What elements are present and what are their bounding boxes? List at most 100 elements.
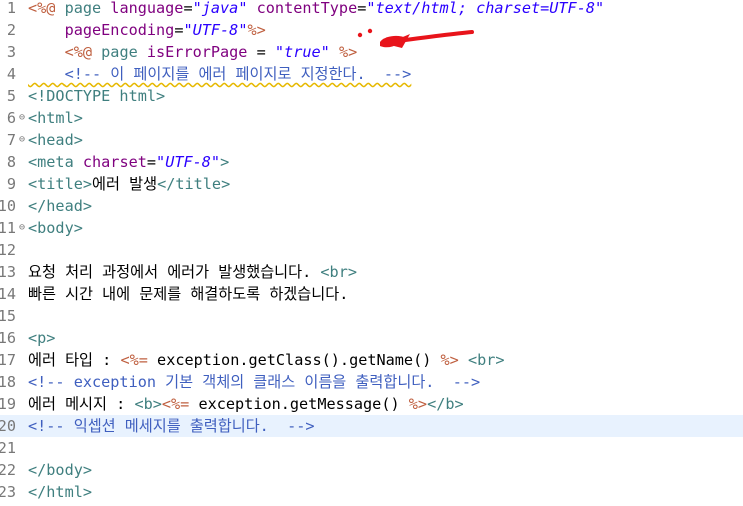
code-line[interactable]: 22 </body> [0, 459, 743, 481]
token-tag: <b> [134, 395, 162, 413]
line-number: 11 [0, 219, 16, 237]
code-text[interactable]: </head> [28, 195, 92, 217]
code-line[interactable]: 14 빠른 시간 내에 문제를 해결하도록 하겠습니다. [0, 283, 743, 305]
code-text[interactable]: 요청 처리 과정에서 에러가 발생했습니다. <br> [28, 261, 357, 283]
code-line[interactable]: 23 </html> [0, 481, 743, 503]
code-line[interactable]: 5 <!DOCTYPE html> [0, 85, 743, 107]
token-tag: <head> [28, 131, 83, 149]
token-str: "UTF-8" [156, 153, 221, 171]
token-attr: language [110, 0, 184, 17]
code-text[interactable]: </body> [28, 459, 92, 481]
code-line[interactable]: 4 <!-- 이 페이지를 에러 페이지로 지정한다. --> [0, 63, 743, 85]
line-number: 15 [0, 307, 16, 325]
token-tag: <p> [28, 329, 56, 347]
code-text[interactable]: <%@ page isErrorPage = "true" %> [28, 41, 358, 63]
token-txt: 에러 발생 [92, 175, 158, 193]
token-tag: <body> [28, 219, 83, 237]
code-line[interactable]: 21 [0, 437, 743, 459]
annotation-arrow-icon [357, 28, 474, 48]
code-text[interactable]: pageEncoding="UTF-8"%> [28, 19, 266, 41]
token-tag: </title> [157, 175, 231, 193]
line-number: 9 [6, 175, 16, 193]
line-number: 6 [6, 109, 16, 127]
token-java: exception.getMessage() [189, 395, 409, 413]
code-line[interactable]: 16 <p> [0, 327, 743, 349]
token-delim: %> [440, 351, 459, 369]
code-line[interactable]: 19 에러 메시지 : <b><%= exception.getMessage()… [0, 393, 743, 415]
code-text[interactable]: <meta charset="UTF-8"> [28, 151, 229, 173]
code-line[interactable]: 20 <!-- 익셉션 메세지를 출력합니다. --> [0, 415, 743, 437]
line-number: 5 [6, 87, 16, 105]
token-str: "java" [192, 0, 248, 17]
code-line[interactable]: 17 에러 타입 : <%= exception.getClass().getNa… [0, 349, 743, 371]
line-number: 8 [6, 153, 16, 171]
token-tag: </b> [427, 395, 464, 413]
token-str: "UTF-8" [183, 21, 248, 39]
token-delim: %> [247, 21, 266, 39]
line-number: 21 [0, 439, 16, 457]
token-cmt: <!-- exception 기본 객체의 클래스 이름을 출력합니다. --> [28, 373, 481, 391]
line-number: 2 [6, 21, 16, 39]
token-txt: = [183, 0, 193, 17]
code-text[interactable]: <p> [28, 327, 55, 349]
token-tag: </head> [28, 197, 93, 215]
code-text[interactable]: 에러 메시지 : <b><%= exception.getMessage() %… [28, 393, 464, 415]
line-number: 7 [6, 131, 16, 149]
code-text[interactable]: <!-- exception 기본 객체의 클래스 이름을 출력합니다. --> [28, 371, 480, 393]
code-line[interactable]: 8 <meta charset="UTF-8"> [0, 151, 743, 173]
code-text[interactable]: <%@ page language="java" contentType="te… [28, 0, 604, 19]
line-number: 12 [0, 241, 16, 259]
fold-toggle-icon[interactable]: ⊖ [16, 217, 28, 239]
code-text[interactable]: <html> [28, 107, 83, 129]
token-txt: 빠른 시간 내에 문제를 해결하도록 하겠습니다. [28, 285, 349, 303]
token-delim: <%@ [28, 0, 65, 17]
line-number: 16 [0, 329, 16, 347]
code-line[interactable]: 13 요청 처리 과정에서 에러가 발생했습니다. <br> [0, 261, 743, 283]
token-tag: </html> [28, 483, 93, 501]
line-number: 18 [0, 373, 16, 391]
token-cmt: <!-- 익셉션 메세지를 출력합니다. --> [28, 417, 315, 435]
code-line[interactable]: 9 <title>에러 발생</title> [0, 173, 743, 195]
code-text[interactable]: 빠른 시간 내에 문제를 해결하도록 하겠습니다. [28, 283, 348, 305]
code-text[interactable]: </html> [28, 481, 92, 503]
code-line[interactable]: 12 [0, 239, 743, 261]
line-number: 4 [6, 65, 16, 83]
code-line[interactable]: 10 </head> [0, 195, 743, 217]
line-number: 3 [6, 43, 16, 61]
code-text[interactable]: <!-- 익셉션 메세지를 출력합니다. --> [28, 415, 315, 437]
token-attr: contentType [256, 0, 358, 17]
code-text[interactable]: <!DOCTYPE html> [28, 85, 165, 107]
token-str: "text/html; charset=UTF-8" [366, 0, 605, 17]
token-delim: <%@ [64, 43, 102, 61]
code-line[interactable]: 15 [0, 305, 743, 327]
token-java: exception.getClass().getName() [147, 351, 441, 369]
code-text[interactable]: 에러 타입 : <%= exception.getClass().getName… [28, 349, 505, 371]
code-line[interactable]: 18 <!-- exception 기본 객체의 클래스 이름을 출력합니다. -… [0, 371, 743, 393]
fold-toggle-icon[interactable]: ⊖ [16, 129, 28, 151]
fold-toggle-icon[interactable]: ⊖ [16, 107, 28, 129]
code-line[interactable]: 1 <%@ page language="java" contentType="t… [0, 0, 743, 19]
code-text[interactable]: <title>에러 발생</title> [28, 173, 230, 195]
code-line[interactable]: 7 ⊖ <head> [0, 129, 743, 151]
code-editor[interactable]: 1 <%@ page language="java" contentType="t… [0, 0, 743, 506]
token-txt: = [247, 43, 275, 61]
token-delim: <%= [120, 351, 148, 369]
code-line[interactable]: 6 ⊖ <html> [0, 107, 743, 129]
line-number: 17 [0, 351, 16, 369]
code-text[interactable]: <head> [28, 129, 83, 151]
token-kw: page [64, 0, 111, 17]
token-attr: charset [82, 153, 147, 171]
token-tag: <br> [320, 263, 357, 281]
code-text[interactable]: <body> [28, 217, 83, 239]
token-str: "true" [274, 43, 330, 61]
token-tag: </body> [28, 461, 93, 479]
token-txt: 에러 타입 : [28, 351, 121, 369]
token-txt: 요청 처리 과정에서 에러가 발생했습니다. [28, 263, 321, 281]
code-line[interactable]: 11 ⊖ <body> [0, 217, 743, 239]
code-text[interactable]: <!-- 이 페이지를 에러 페이지로 지정한다. --> [28, 63, 412, 85]
